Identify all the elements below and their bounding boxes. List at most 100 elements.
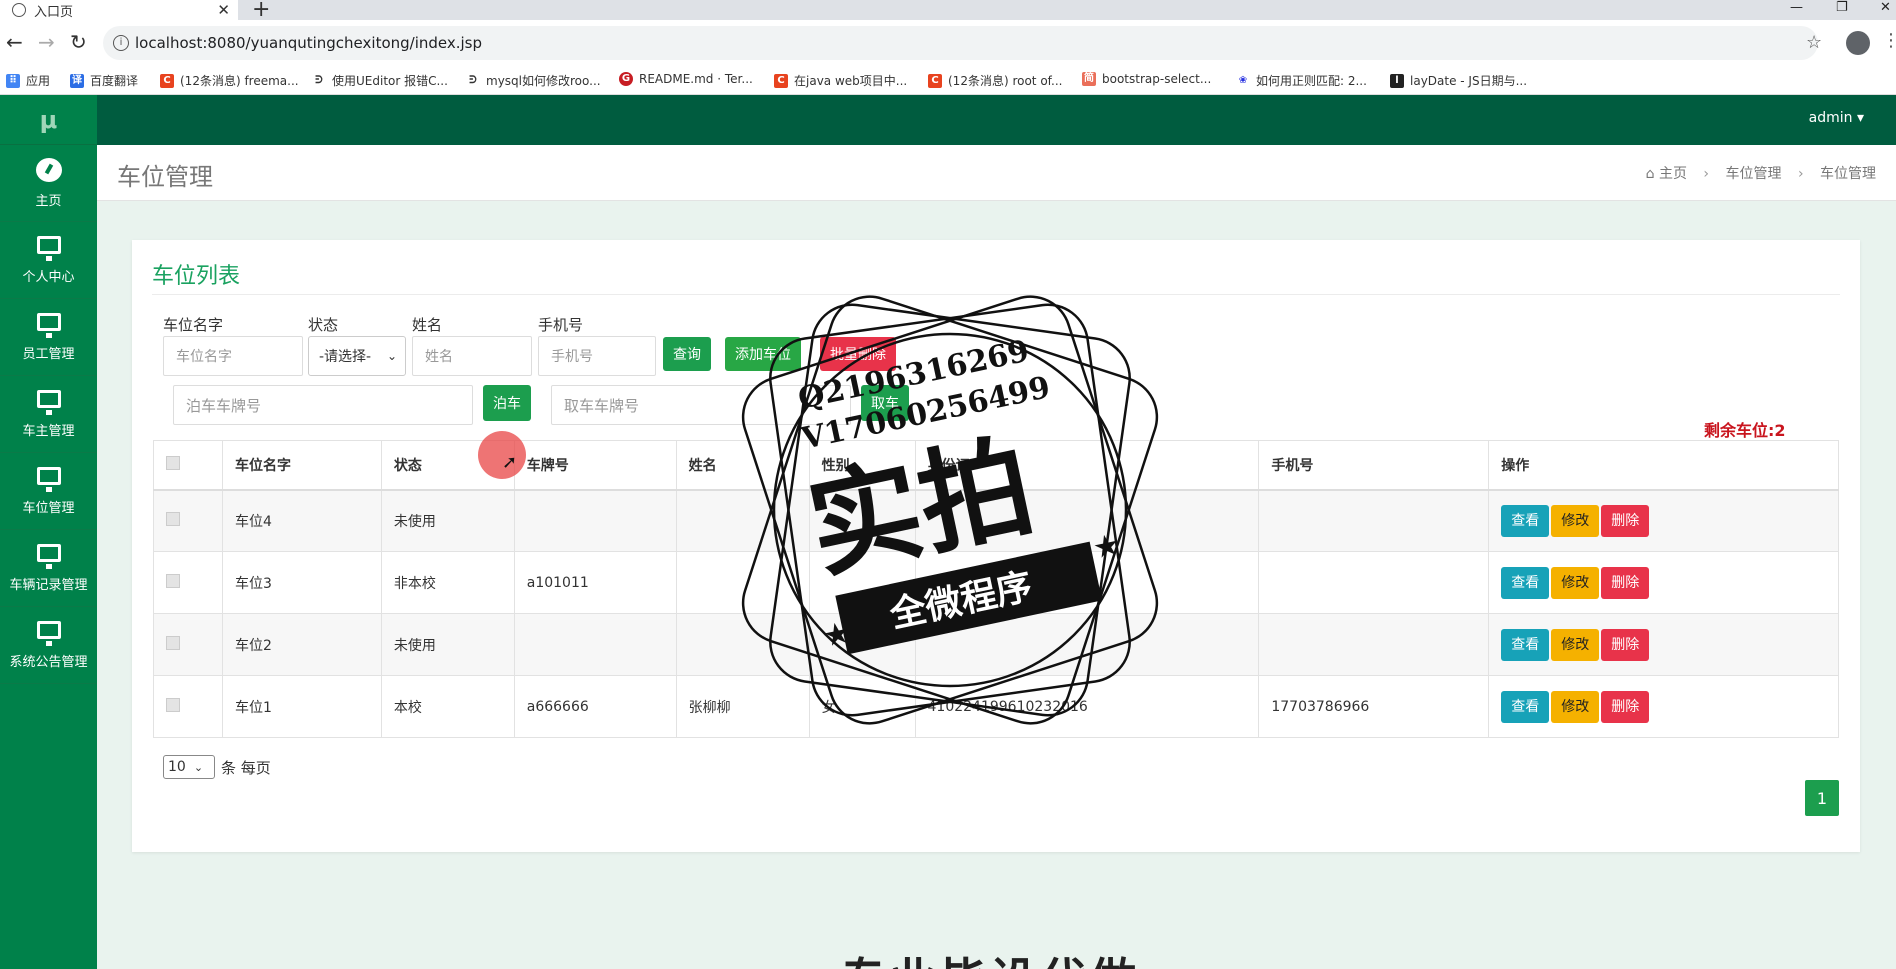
user-menu[interactable]: admin ▾ (1809, 110, 1864, 126)
delete-button[interactable]: 删除 (1601, 504, 1650, 537)
search-button[interactable]: 查询 (663, 337, 711, 371)
window-close-icon[interactable]: ✕ (1880, 0, 1891, 15)
add-parking-button[interactable]: 添加车位 (725, 337, 801, 371)
pickup-plate-input[interactable]: 取车车牌号 (551, 385, 851, 425)
view-button[interactable]: 查看 (1501, 628, 1550, 661)
row-checkbox[interactable] (166, 511, 180, 526)
sidebar-item-parking[interactable]: 车位管理 (0, 453, 97, 530)
cell-name: 车位4 (221, 489, 382, 552)
footer-banner-text: 专业毕设代做 (840, 944, 1140, 969)
bookmark-csdn-1[interactable]: C (12条消息) freema... (160, 72, 299, 89)
filter-name-label: 车位名字 (163, 316, 224, 334)
url-text[interactable]: localhost:8080/yuanqutingchexitong/index… (135, 34, 482, 52)
filter-name-input[interactable]: 车位名字 (163, 336, 303, 376)
address-bar: ← → ↻ i localhost:8080/yuanqutingchexito… (0, 20, 1896, 66)
sidebar-item-announcements[interactable]: 系统公告管理 (0, 607, 97, 684)
breadcrumb-current: 车位管理 (1820, 166, 1876, 182)
delete-button[interactable]: 删除 (1601, 566, 1650, 599)
bookmark-csdn-3[interactable]: C (12条消息) root of... (928, 72, 1062, 89)
reload-icon[interactable]: ↻ (70, 30, 87, 54)
baidu-paw-icon: ❀ (1236, 73, 1250, 88)
batch-delete-button[interactable]: 批量删除 (820, 337, 896, 371)
status-select-value: -请选择- (319, 349, 372, 365)
filter-status-select[interactable]: -请选择- ⌄ (308, 336, 406, 376)
column-header: 身份证 (914, 440, 1260, 490)
forward-icon[interactable]: → (38, 30, 55, 54)
sidebar-item-owners[interactable]: 车主管理 (0, 376, 97, 453)
info-icon[interactable]: i (113, 35, 129, 51)
edit-button[interactable]: 修改 (1551, 566, 1600, 599)
monitor-icon (36, 543, 61, 569)
filter-phone-input[interactable]: 手机号 (538, 336, 656, 376)
sidebar-item-staff[interactable]: 员工管理 (0, 299, 97, 376)
sidebar-item-vehicle-records[interactable]: 车辆记录管理 (0, 530, 97, 607)
sidebar-item-label: 个人中心 (22, 269, 75, 285)
omnibox[interactable]: i localhost:8080/yuanqutingchexitong/ind… (103, 26, 1818, 60)
csdn-icon: C (928, 73, 942, 88)
browser-tab[interactable]: 入口页 ✕ (0, 0, 238, 20)
bookmark-ueditor[interactable]: ᕭ 使用UEditor 报错C... (312, 72, 448, 89)
breadcrumb-home[interactable]: 主页 (1659, 166, 1687, 182)
cell-phone (1258, 551, 1490, 614)
row-select-cell (153, 489, 223, 552)
park-button[interactable]: 泊车 (483, 385, 531, 421)
bookmark-csdn-2[interactable]: C 在java web项目中... (774, 72, 907, 89)
sidebar-item-home[interactable]: 主页 (0, 145, 97, 222)
new-tab-button[interactable]: + (252, 0, 270, 22)
row-checkbox[interactable] (166, 697, 180, 712)
view-button[interactable]: 查看 (1501, 504, 1550, 537)
bookmark-gitee[interactable]: G README.md · Ter... (619, 72, 753, 86)
sidebar-item-label: 系统公告管理 (9, 654, 88, 670)
bookmark-jianshu[interactable]: 简 bootstrap-select... (1082, 72, 1211, 86)
bookmark-baidu-regex[interactable]: ❀ 如何用正则匹配: 2... (1236, 72, 1367, 89)
view-button[interactable]: 查看 (1501, 566, 1550, 599)
minimize-icon[interactable]: — (1790, 0, 1803, 15)
sidebar-item-profile[interactable]: 个人中心 (0, 222, 97, 299)
chevron-right-icon: › (1797, 166, 1804, 182)
close-tab-icon[interactable]: ✕ (217, 1, 230, 19)
page-number-button[interactable]: 1 (1805, 780, 1839, 816)
select-all-checkbox[interactable] (166, 455, 180, 470)
pickup-button[interactable]: 取车 (861, 385, 909, 421)
sidebar-item-label: 员工管理 (22, 346, 75, 362)
filter-person-input[interactable]: 姓名 (412, 336, 532, 376)
page-icon: ᕭ (312, 73, 326, 88)
table-header-row: 车位名字 状态 车牌号 姓名 性别 身份证 手机号 操作 (153, 440, 1839, 490)
select-all-cell (153, 440, 223, 490)
home-icon: ⌂ (1645, 166, 1655, 182)
bookmark-apps[interactable]: ⠿ 应用 (6, 72, 50, 89)
cell-status: 非本校 (380, 551, 515, 614)
restore-icon[interactable]: ❐ (1836, 0, 1848, 15)
sidebar-item-label: 车主管理 (22, 423, 75, 439)
breadcrumb: ⌂ 主页 › 车位管理 › 车位管理 (1646, 163, 1876, 183)
cell-status: 未使用 (380, 613, 515, 676)
sidebar-item-label: 车辆记录管理 (9, 577, 88, 593)
page-size-select[interactable]: 10 ⌄ (163, 755, 215, 779)
profile-avatar[interactable] (1846, 31, 1870, 55)
cell-status: 未使用 (380, 489, 515, 552)
divider (152, 294, 1840, 295)
menu-kebab-icon[interactable]: ⋮ (1882, 30, 1896, 51)
cell-person (675, 489, 810, 552)
row-checkbox[interactable] (166, 573, 180, 588)
back-icon[interactable]: ← (6, 30, 23, 54)
edit-button[interactable]: 修改 (1551, 690, 1600, 723)
bookmark-baidu-translate[interactable]: 译百度翻译 (70, 72, 138, 89)
view-button[interactable]: 查看 (1501, 690, 1550, 723)
top-navbar: admin ▾ (97, 95, 1896, 145)
delete-button[interactable]: 删除 (1601, 690, 1650, 723)
edit-button[interactable]: 修改 (1551, 504, 1600, 537)
edit-button[interactable]: 修改 (1551, 628, 1600, 661)
tab-title: 入口页 (34, 4, 74, 20)
delete-button[interactable]: 删除 (1601, 628, 1650, 661)
park-plate-input[interactable]: 泊车车牌号 (173, 385, 473, 425)
cell-idcard (914, 551, 1260, 614)
bookmark-star-icon[interactable]: ☆ (1806, 32, 1822, 53)
bookmark-mysql[interactable]: ᕭ mysql如何修改roo... (466, 72, 601, 89)
cell-phone: 17703786966 (1258, 675, 1490, 738)
cell-actions: 查看 修改 删除 (1488, 489, 1839, 552)
breadcrumb-parking[interactable]: 车位管理 (1725, 166, 1781, 182)
bookmark-laydate[interactable]: l layDate - JS日期与... (1390, 72, 1527, 89)
column-header: 车牌号 (513, 440, 677, 490)
row-checkbox[interactable] (166, 635, 180, 650)
